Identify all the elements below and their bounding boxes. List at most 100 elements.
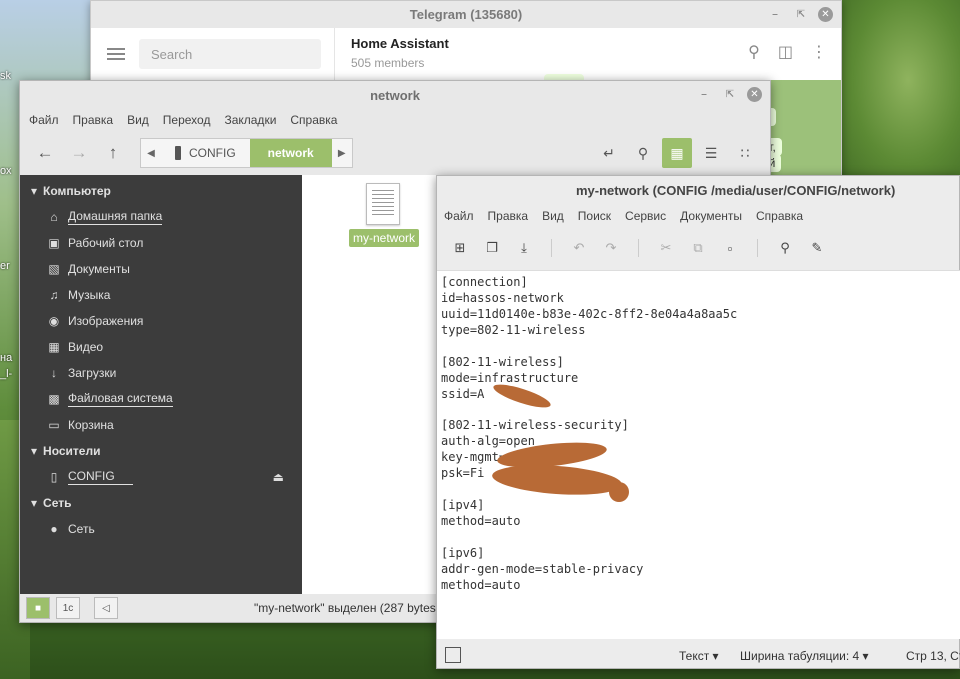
menu-help[interactable]: Справка [290,113,337,127]
menu-file[interactable]: Файл [444,209,474,223]
cut-icon[interactable]: ✂ [651,233,681,263]
paste-icon[interactable]: ▫ [715,233,745,263]
undo-icon[interactable]: ↶ [564,233,594,263]
usb-drive-icon: ▯ [50,470,58,484]
tab-width-label: Ширина табуляции: 4 [740,649,860,663]
window-title: network [370,87,420,103]
tree-toggle-icon[interactable]: 1c [56,597,80,619]
hide-sidebar-icon[interactable]: ◁ [94,597,118,619]
save-icon[interactable]: ⤓ [509,233,539,263]
menu-go[interactable]: Переход [163,113,211,127]
sidebar-item-label: Рабочий стол [68,236,144,250]
syntax-selector[interactable]: Текст ▾ [679,649,719,663]
path-right-arrow-icon[interactable]: ▶ [332,148,352,159]
side-panel-icon[interactable] [445,647,461,663]
toggle-location-icon[interactable]: ↵ [594,138,624,168]
menu-edit[interactable]: Правка [73,113,114,127]
more-icon[interactable]: ⋮ [811,42,827,62]
sidebar-item-downloads[interactable]: ↓ Загрузки [20,360,302,386]
maximize-icon[interactable]: ⇱ [721,85,739,103]
desktop-label: на [0,352,13,364]
tab-width-selector[interactable]: Ширина табуляции: 4 ▾ [740,649,869,663]
sidebar-item-config[interactable]: ▯ CONFIG ⏏ [20,464,302,490]
sidebar-item-desktop[interactable]: ▣ Рабочий стол [20,230,302,256]
editor-line: [connection] [441,275,528,289]
menu-icon[interactable] [107,48,125,60]
desktop-label: ох [0,165,12,177]
sidebar-item-pictures[interactable]: ◉ Изображения [20,308,302,334]
menu-file[interactable]: Файл [29,113,59,127]
search-icon[interactable]: ⚲ [628,138,658,168]
file-name-label[interactable]: my-network [349,229,420,247]
compact-view-icon[interactable]: ∷ [730,138,760,168]
minimize-icon[interactable]: – [766,5,784,23]
close-icon[interactable]: ✕ [818,6,833,22]
statusbar: Текст ▾ Ширина табуляции: 4 ▾ Стр 13, Ст [437,641,960,669]
menu-tools[interactable]: Сервис [625,209,666,223]
maximize-icon[interactable]: ⇱ [792,5,810,23]
sidebar-item-filesystem[interactable]: ▩ Файловая система [20,386,302,412]
path-segment-config[interactable]: CONFIG [161,139,250,167]
sidebar-section-devices[interactable]: ▾ Носители [20,438,302,464]
editor-line: uuid=11d0140e-b83e-402c-8ff2-8e04a4a8aa5… [441,306,738,321]
copy-icon[interactable]: ⧉ [683,233,713,263]
icon-view-icon[interactable]: ▦ [662,138,692,168]
editor-line: [802-11-wireless-security] [441,418,629,433]
menu-edit[interactable]: Правка [488,209,529,223]
sidebar-item-home[interactable]: ⌂ Домашняя папка [20,204,302,230]
text-editor-titlebar: my-network (CONFIG /media/user/CONFIG/ne… [437,176,959,204]
sidebar-item-videos[interactable]: ▦ Видео [20,334,302,360]
menu-help[interactable]: Справка [756,209,803,223]
menubar: Файл Правка Вид Поиск Сервис Документы С… [437,204,959,228]
sidebar-toggle-icon[interactable]: ◫ [778,42,793,62]
editor-line: [ipv6] [441,545,485,560]
chevron-down-icon: ▾ [31,184,38,198]
sidebar-item-documents[interactable]: ▧ Документы [20,256,302,282]
desktop-icon: ▣ [48,236,60,250]
window-title: Telegram (135680) [409,7,523,22]
window-title: my-network (CONFIG /media/user/CONFIG/ne… [576,182,896,198]
globe-icon: ● [50,522,58,536]
forward-icon[interactable]: → [62,138,96,168]
replace-icon[interactable]: ✎ [802,233,832,263]
toolbar-separator [551,239,552,257]
editor-line: addr-gen-mode=stable-privacy [441,561,644,576]
sidebar-item-label: Файловая система [68,391,173,407]
download-icon: ↓ [51,366,57,380]
places-toggle-icon[interactable]: ■ [26,597,50,619]
menubar: Файл Правка Вид Переход Закладки Справка [20,109,770,131]
editor-line: id=hassos-network [441,290,564,305]
new-file-icon[interactable]: ⊞ [445,233,475,263]
menu-bookmarks[interactable]: Закладки [224,113,276,127]
editor-line: method=auto [441,514,521,529]
search-input[interactable]: Search [139,39,321,69]
sidebar-section-computer[interactable]: ▾ Компьютер [20,178,302,204]
sidebar-section-network[interactable]: ▾ Сеть [20,490,302,516]
sidebar-item-label: Изображения [68,314,144,328]
path-left-arrow-icon[interactable]: ◀ [141,148,161,159]
search-icon[interactable]: ⚲ [770,233,800,263]
open-file-icon[interactable]: ❐ [477,233,507,263]
chevron-down-icon: ▾ [31,444,38,458]
desktop-label: sk [0,70,11,82]
menu-documents[interactable]: Документы [680,209,742,223]
sidebar-item-network[interactable]: ● Сеть [20,516,302,542]
menu-view[interactable]: Вид [127,113,149,127]
menu-search[interactable]: Поиск [578,209,611,223]
sidebar-item-label: Сеть [68,522,95,536]
section-label: Компьютер [43,184,111,198]
sidebar-item-trash[interactable]: ▭ Корзина [20,412,302,438]
close-icon[interactable]: ✕ [747,86,762,102]
up-icon[interactable]: ↑ [96,138,130,168]
eject-icon[interactable]: ⏏ [273,470,284,484]
list-view-icon[interactable]: ☰ [696,138,726,168]
menu-view[interactable]: Вид [542,209,564,223]
sidebar-item-music[interactable]: ♫ Музыка [20,282,302,308]
search-icon[interactable]: ⚲ [748,42,760,62]
minimize-icon[interactable]: – [695,85,713,103]
redo-icon[interactable]: ↷ [596,233,626,263]
text-file-icon[interactable] [366,183,400,225]
path-segment-network[interactable]: network [249,139,332,167]
back-icon[interactable]: ← [28,138,62,168]
